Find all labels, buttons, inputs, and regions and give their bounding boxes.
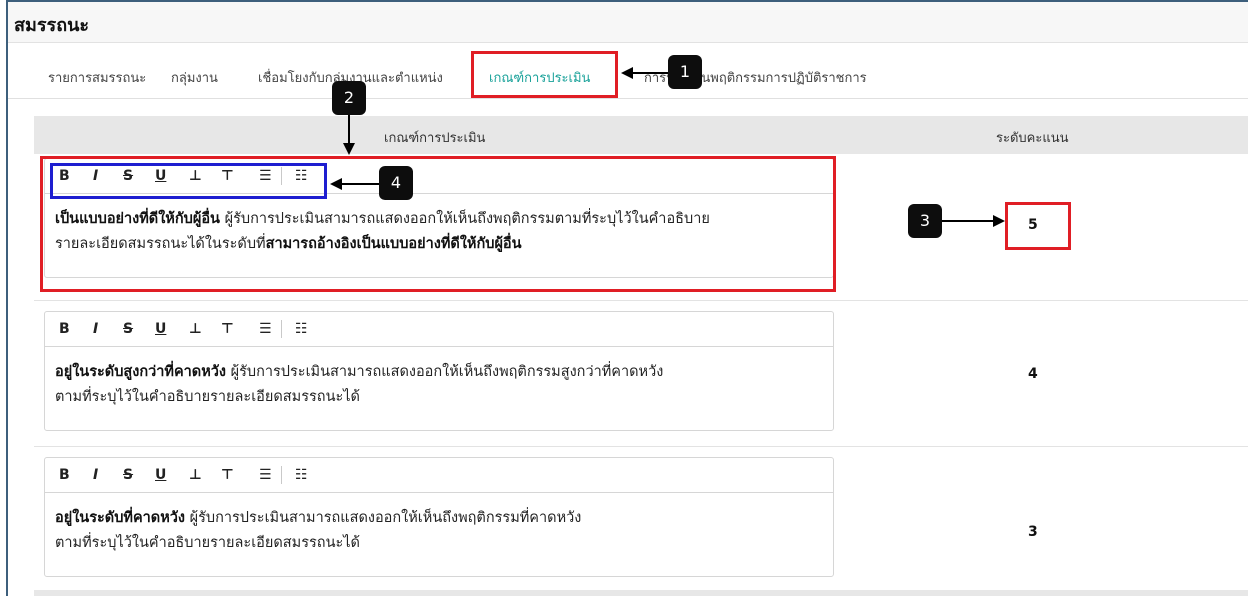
toolbar-divider: [281, 466, 282, 484]
editor-toolbar: B I S U ⊥ ⊤ ☰ ☷: [45, 458, 833, 493]
criteria-text: ผู้รับการประเมินสามารถแสดงออกให้เห็นถึงพ…: [189, 510, 582, 526]
ordered-list-icon[interactable]: ☷: [295, 467, 308, 483]
underline-icon[interactable]: U: [155, 321, 166, 337]
bold-icon[interactable]: B: [59, 321, 70, 337]
callout-badge-3: 3: [908, 204, 942, 238]
callout-2-arrow: [348, 115, 350, 144]
callout-badge-2: 2: [332, 81, 366, 115]
score-highlight-box: [1005, 202, 1071, 250]
callout-3-arrowhead: [993, 215, 1005, 227]
criteria-text-2: ตามที่ระบุไว้ในคำอธิบายรายละเอียดสมรรถนะ…: [55, 389, 360, 405]
subscript-icon[interactable]: ⊥: [189, 467, 202, 483]
callout-badge-4: 4: [379, 166, 413, 200]
criteria-text-2: ตามที่ระบุไว้ในคำอธิบายรายละเอียดสมรรถนะ…: [55, 535, 360, 551]
tab-competency-list[interactable]: รายการสมรรถนะ: [48, 67, 146, 88]
column-header-criteria: เกณฑ์การประเมิน: [384, 131, 486, 146]
strikethrough-icon[interactable]: S: [123, 321, 133, 337]
callout-2-arrowhead: [343, 143, 355, 155]
column-header-score: ระดับคะแนน: [996, 131, 1069, 146]
bullet-list-icon[interactable]: ☰: [259, 467, 272, 483]
bullet-list-icon[interactable]: ☰: [259, 321, 272, 337]
underline-icon[interactable]: U: [155, 467, 166, 483]
editor-toolbar: B I S U ⊥ ⊤ ☰ ☷: [45, 312, 833, 347]
page-title: สมรรถนะ: [14, 15, 90, 36]
bold-icon[interactable]: B: [59, 467, 70, 483]
callout-badge-1: 1: [668, 55, 702, 89]
callout-3-arrow: [942, 220, 994, 222]
toolbar-divider: [281, 320, 282, 338]
editor-content[interactable]: อยู่ในระดับที่คาดหวัง ผู้รับการประเมินสา…: [55, 506, 815, 556]
score-value: 4: [1028, 366, 1038, 382]
ordered-list-icon[interactable]: ☷: [295, 321, 308, 337]
table-footer: [34, 590, 1248, 596]
strikethrough-icon[interactable]: S: [123, 467, 133, 483]
editor-content[interactable]: อยู่ในระดับสูงกว่าที่คาดหวัง ผู้รับการปร…: [55, 360, 815, 410]
italic-icon[interactable]: I: [93, 467, 98, 483]
criteria-text: ผู้รับการประเมินสามารถแสดงออกให้เห็นถึงพ…: [230, 364, 664, 380]
callout-1-arrow: [632, 72, 668, 74]
superscript-icon[interactable]: ⊤: [221, 467, 234, 483]
superscript-icon[interactable]: ⊤: [221, 321, 234, 337]
subscript-icon[interactable]: ⊥: [189, 321, 202, 337]
score-value: 3: [1028, 524, 1038, 540]
criteria-title: อยู่ในระดับที่คาดหวัง: [55, 510, 185, 526]
italic-icon[interactable]: I: [93, 321, 98, 337]
table-header: เกณฑ์การประเมิน ระดับคะแนน: [34, 116, 1248, 154]
callout-4-arrow: [341, 183, 379, 185]
active-tab-highlight: [471, 51, 618, 98]
page-header: สมรรถนะ: [8, 2, 1248, 43]
row-divider: [34, 300, 1248, 301]
row-divider: [34, 446, 1248, 447]
toolbar-highlight-box: [50, 163, 327, 199]
criteria-editor[interactable]: B I S U ⊥ ⊤ ☰ ☷ อยู่ในระดับที่คาดหวัง ผู…: [44, 457, 834, 577]
criteria-editor[interactable]: B I S U ⊥ ⊤ ☰ ☷ อยู่ในระดับสูงกว่าที่คาด…: [44, 311, 834, 431]
criteria-title: อยู่ในระดับสูงกว่าที่คาดหวัง: [55, 364, 226, 380]
tab-job-groups[interactable]: กลุ่มงาน: [171, 67, 218, 88]
